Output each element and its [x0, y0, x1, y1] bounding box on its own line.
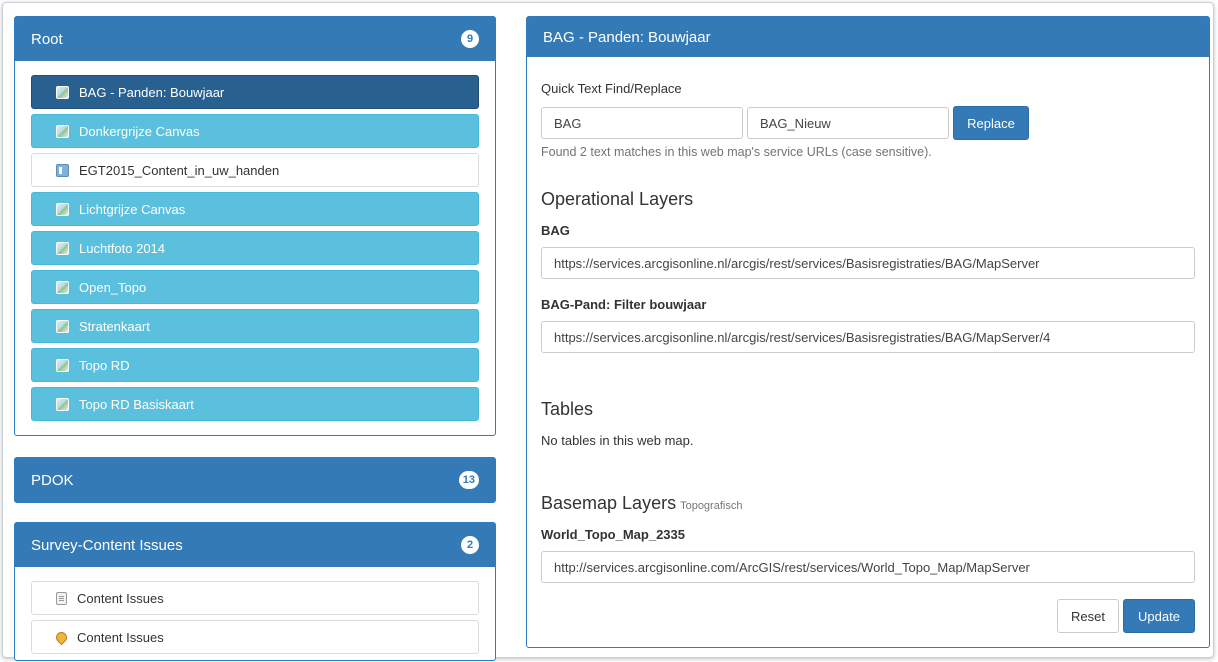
map-icon [56, 241, 69, 255]
basemap-heading-text: Basemap Layers [541, 493, 677, 513]
survey-panel-header[interactable]: Survey-Content Issues 2 [15, 523, 495, 567]
root-panel-title: Root [31, 30, 63, 48]
root-item-label: Stratenkaart [79, 318, 150, 334]
root-item-label: Luchtfoto 2014 [79, 240, 166, 256]
root-item-label: BAG - Panden: Bouwjaar [79, 84, 225, 100]
root-item-label: Open_Topo [79, 279, 147, 295]
tables-heading: Tables [541, 399, 594, 419]
find-text-input[interactable]: BAG [541, 107, 743, 139]
root-item-lichtgrijze-canvas[interactable]: Lichtgrijze Canvas [31, 192, 479, 226]
map-icon [56, 358, 69, 372]
pdok-panel-title: PDOK [31, 471, 74, 489]
root-item-topo-rd[interactable]: Topo RD [31, 348, 479, 382]
no-tables-text: No tables in this web map. [541, 433, 694, 448]
survey-item-content-issues-map[interactable]: Content Issues [31, 620, 479, 654]
root-count-badge: 9 [461, 30, 479, 48]
map-pin-icon [53, 629, 70, 645]
layer-name-label: BAG-Pand: Filter bouwjaar [541, 297, 707, 312]
reset-button[interactable]: Reset [1057, 599, 1119, 633]
dashboard-icon [56, 163, 69, 177]
root-item-egt2015[interactable]: EGT2015_Content_in_uw_handen [31, 153, 479, 187]
operational-layers-heading: Operational Layers [541, 189, 694, 209]
quick-find-label: Quick Text Find/Replace [541, 81, 682, 96]
detail-panel-header: BAG - Panden: Bouwjaar [527, 17, 1209, 57]
root-item-list: BAG - Panden: Bouwjaar Donkergrijze Canv… [15, 61, 495, 435]
basemap-layers-heading: Basemap Layers Topografisch [541, 493, 742, 514]
map-icon [56, 397, 69, 411]
document-icon [56, 591, 67, 605]
root-panel: Root 9 BAG - Panden: Bouwjaar Donkergrij… [14, 16, 496, 436]
map-icon [56, 124, 69, 138]
root-item-luchtfoto-2014[interactable]: Luchtfoto 2014 [31, 231, 479, 265]
survey-item-content-issues-form[interactable]: Content Issues [31, 581, 479, 615]
pdok-panel: PDOK 13 [14, 457, 496, 503]
basemap-title-text: Topografisch [680, 500, 743, 512]
survey-panel: Survey-Content Issues 2 Content Issues C… [14, 522, 496, 661]
root-item-bag-panden[interactable]: BAG - Panden: Bouwjaar [31, 75, 479, 109]
layer-url-input[interactable]: https://services.arcgisonline.nl/arcgis/… [541, 321, 1195, 353]
layer-name-label: BAG [541, 223, 570, 238]
root-item-label: Topo RD Basiskaart [79, 396, 194, 412]
pdok-panel-header[interactable]: PDOK 13 [15, 458, 495, 502]
survey-count-badge: 2 [461, 536, 479, 554]
survey-item-label: Content Issues [77, 590, 164, 606]
map-icon [56, 85, 69, 99]
survey-item-label: Content Issues [77, 629, 164, 645]
pdok-count-badge: 13 [458, 471, 479, 489]
root-item-label: Lichtgrijze Canvas [79, 201, 186, 217]
map-icon [56, 319, 69, 333]
root-item-stratenkaart[interactable]: Stratenkaart [31, 309, 479, 343]
survey-panel-title: Survey-Content Issues [31, 536, 183, 554]
root-panel-header[interactable]: Root 9 [15, 17, 495, 61]
map-icon [56, 202, 69, 216]
root-item-label: EGT2015_Content_in_uw_handen [79, 162, 280, 178]
root-item-label: Donkergrijze Canvas [79, 123, 200, 139]
detail-panel: BAG - Panden: Bouwjaar Quick Text Find/R… [526, 16, 1210, 648]
map-icon [56, 280, 69, 294]
replace-text-input[interactable]: BAG_Nieuw [747, 107, 949, 139]
root-item-open-topo[interactable]: Open_Topo [31, 270, 479, 304]
basemap-layer-name-label: World_Topo_Map_2335 [541, 527, 685, 542]
layer-url-input[interactable]: https://services.arcgisonline.nl/arcgis/… [541, 247, 1195, 279]
detail-panel-title: BAG - Panden: Bouwjaar [543, 28, 711, 46]
left-column: Root 9 BAG - Panden: Bouwjaar Donkergrij… [14, 16, 496, 661]
root-item-donkergrijze-canvas[interactable]: Donkergrijze Canvas [31, 114, 479, 148]
basemap-url-input[interactable]: http://services.arcgisonline.com/ArcGIS/… [541, 551, 1195, 583]
root-item-topo-rd-basiskaart[interactable]: Topo RD Basiskaart [31, 387, 479, 421]
root-item-label: Topo RD [79, 357, 130, 373]
match-help-text: Found 2 text matches in this web map's s… [541, 145, 932, 159]
replace-button[interactable]: Replace [953, 106, 1029, 140]
survey-item-list: Content Issues Content Issues [15, 567, 495, 660]
update-button[interactable]: Update [1123, 599, 1195, 633]
